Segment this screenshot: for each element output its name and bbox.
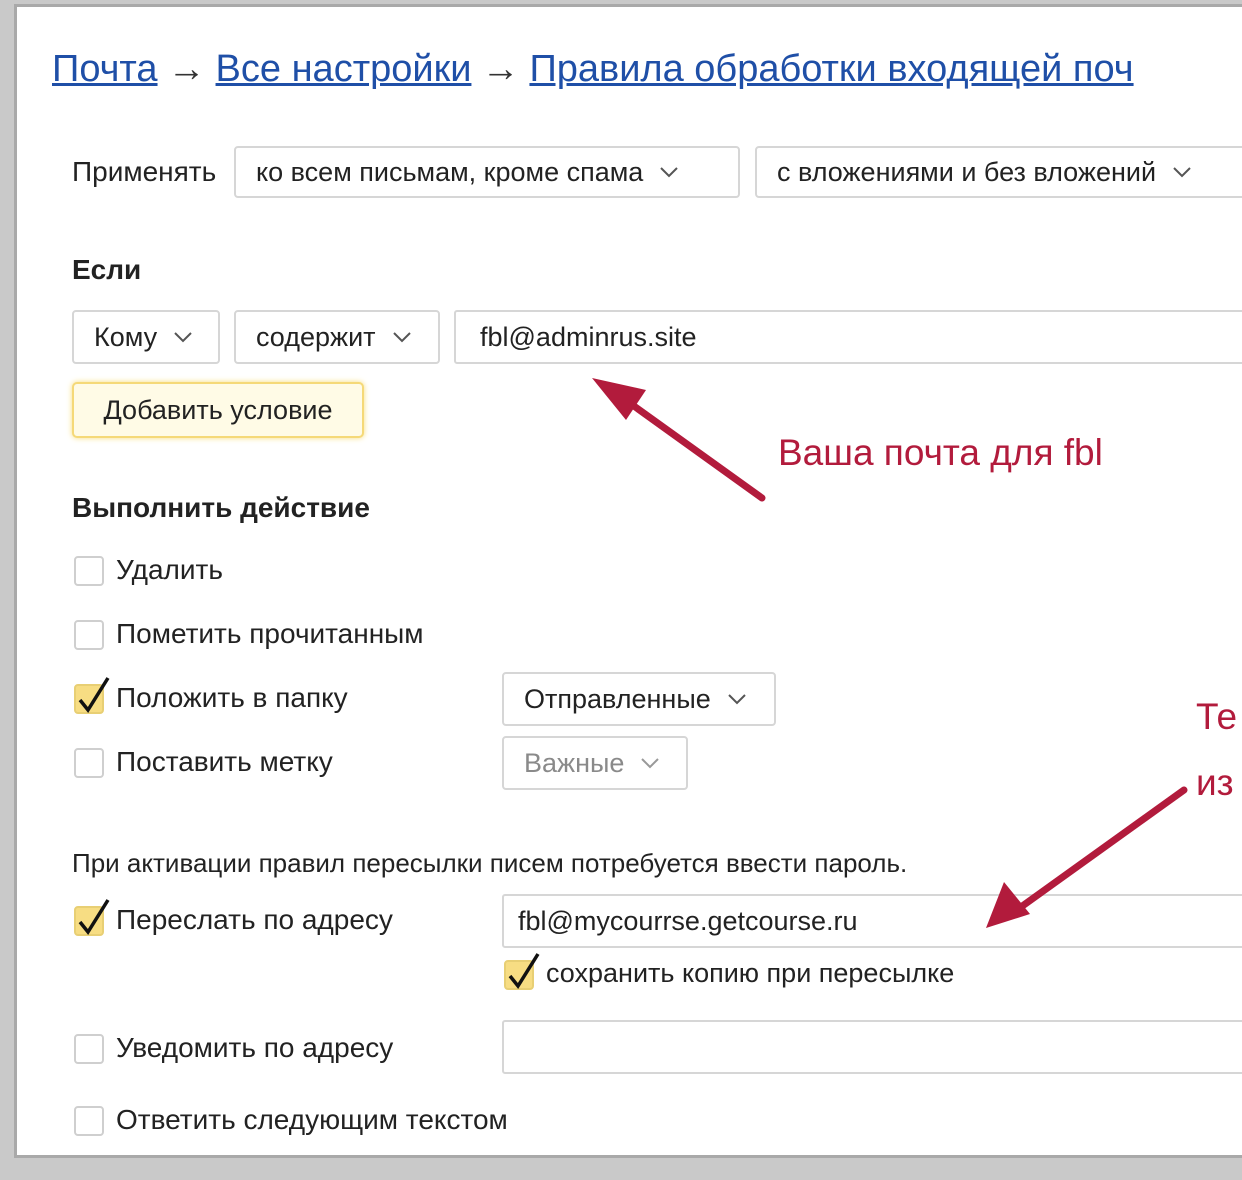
arrow-icon [986,786,1188,928]
annotation-arrows [592,378,1188,928]
arrow-icon [592,378,766,502]
